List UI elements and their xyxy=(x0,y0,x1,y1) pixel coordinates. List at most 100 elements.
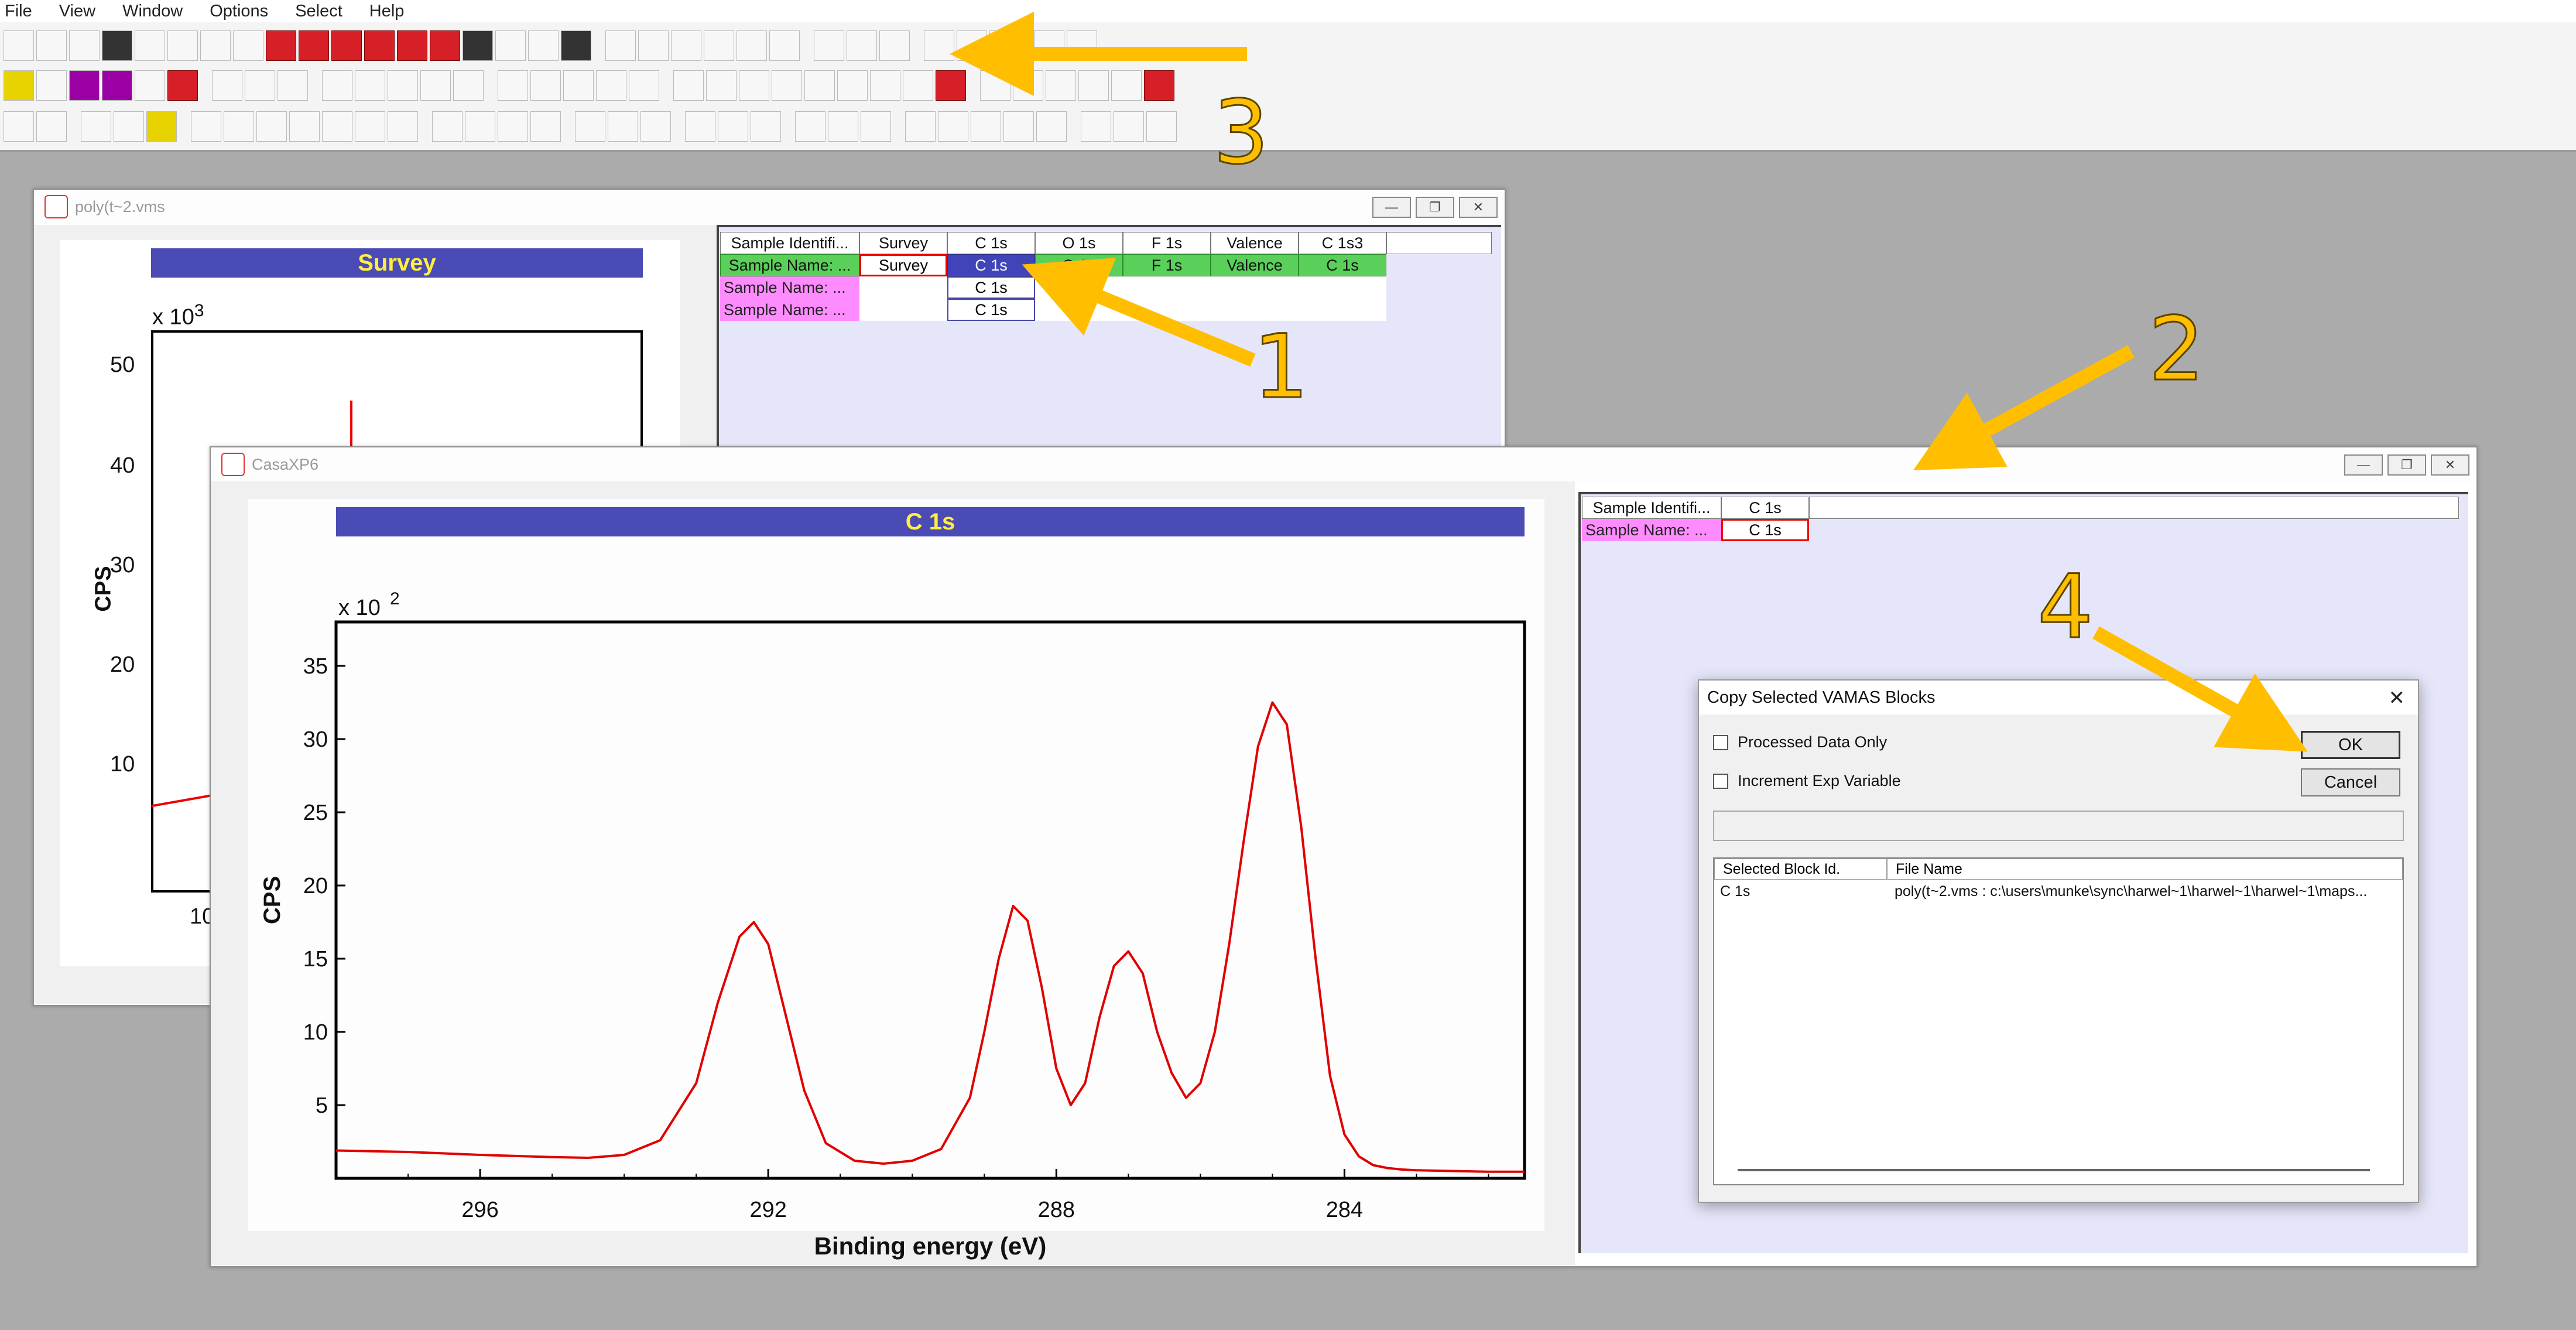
grid-cell-c1s[interactable]: C 1s xyxy=(1721,519,1809,541)
list-header-block-id[interactable]: Selected Block Id. xyxy=(1714,859,1887,880)
toolbar-button-icon[interactable] xyxy=(905,111,936,142)
toolbar-button-icon[interactable] xyxy=(704,30,734,61)
grid-header-o1s[interactable]: O 1s xyxy=(1035,232,1123,254)
toolbar-button-icon[interactable] xyxy=(1046,70,1076,101)
toolbar-button-icon[interactable] xyxy=(36,30,67,61)
toolbar-button-icon[interactable] xyxy=(498,111,528,142)
grid-cell-sample-name[interactable]: Sample Name: ... xyxy=(720,299,859,321)
toolbar-button-icon[interactable] xyxy=(388,70,418,101)
grid-cell-valence[interactable]: Valence xyxy=(1211,254,1299,276)
window-titlebar[interactable]: CasaXP6 — ❐ ✕ xyxy=(211,447,2476,481)
grid-cell-c1s[interactable]: C 1s xyxy=(947,299,1035,321)
toolbar-button-icon[interactable] xyxy=(278,70,308,101)
toolbar-button-icon[interactable] xyxy=(420,70,451,101)
grid-cell-c1s3[interactable]: C 1s xyxy=(1299,254,1386,276)
toolbar-button-icon[interactable] xyxy=(36,111,67,142)
selected-blocks-list[interactable]: Selected Block Id. File Name C 1s poly(t… xyxy=(1713,857,2404,1185)
grid-header-c1s[interactable]: C 1s xyxy=(1721,497,1809,519)
toolbar-button-icon[interactable] xyxy=(737,30,767,61)
grid-header-sample[interactable]: Sample Identifi... xyxy=(1582,497,1721,519)
toolbar-button-icon[interactable] xyxy=(81,111,111,142)
toolbar-button-icon[interactable] xyxy=(528,30,559,61)
toolbar-button-icon[interactable] xyxy=(256,111,287,142)
toolbar-button-icon[interactable] xyxy=(289,111,320,142)
grid-header-c1s3[interactable]: C 1s3 xyxy=(1299,232,1386,254)
toolbar-button-icon[interactable] xyxy=(495,30,526,61)
toolbar-button-icon[interactable] xyxy=(685,111,715,142)
close-button[interactable]: ✕ xyxy=(2431,454,2469,476)
toolbar-button-icon[interactable] xyxy=(1144,70,1174,101)
toolbar-button-icon[interactable] xyxy=(69,30,100,61)
toolbar-button-icon[interactable] xyxy=(167,70,198,101)
toolbar-button-icon[interactable] xyxy=(936,70,966,101)
toolbar-button-icon[interactable] xyxy=(879,30,910,61)
toolbar-button-icon[interactable] xyxy=(430,30,460,61)
grid-cell-empty[interactable] xyxy=(859,276,947,299)
toolbar-button-icon[interactable] xyxy=(1013,70,1043,101)
toolbar-button-icon[interactable] xyxy=(322,111,352,142)
toolbar-button-icon[interactable] xyxy=(671,30,701,61)
grid-cell-sample-name[interactable]: Sample Name: ... xyxy=(1582,519,1721,541)
toolbar-button-icon[interactable] xyxy=(69,70,100,101)
toolbar-button-icon[interactable] xyxy=(355,111,385,142)
list-cell-file-name[interactable]: poly(t~2.vms : c:\users\munke\sync\harwe… xyxy=(1895,883,2367,900)
toolbar-button-icon[interactable] xyxy=(561,30,591,61)
toolbar-button-icon[interactable] xyxy=(200,30,231,61)
horizontal-scrollbar[interactable] xyxy=(1738,1169,2370,1171)
cancel-button[interactable]: Cancel xyxy=(2301,768,2400,796)
toolbar-button-icon[interactable] xyxy=(640,111,671,142)
toolbar-button-icon[interactable] xyxy=(751,111,781,142)
toolbar-button-icon[interactable] xyxy=(814,30,844,61)
toolbar-button-icon[interactable] xyxy=(1146,111,1177,142)
checkbox-box[interactable] xyxy=(1713,734,1728,750)
toolbar-button-icon[interactable] xyxy=(114,111,144,142)
grid-cell-sample-name[interactable]: Sample Name: ... xyxy=(720,276,859,299)
toolbar-button-icon[interactable] xyxy=(191,111,221,142)
toolbar-button-icon[interactable] xyxy=(245,70,275,101)
restore-button[interactable]: ❐ xyxy=(2387,454,2426,476)
toolbar-button-icon[interactable] xyxy=(299,30,329,61)
toolbar-button-icon[interactable] xyxy=(388,111,418,142)
toolbar-button-icon[interactable] xyxy=(463,30,493,61)
toolbar-button-icon[interactable] xyxy=(1114,111,1144,142)
toolbar-button-icon[interactable] xyxy=(629,70,659,101)
toolbar-button-icon[interactable] xyxy=(563,70,594,101)
toolbar-button-icon[interactable] xyxy=(453,70,484,101)
toolbar-button-icon[interactable] xyxy=(146,111,177,142)
dialog-close-icon[interactable]: ✕ xyxy=(2389,686,2406,710)
toolbar-button-icon[interactable] xyxy=(355,70,385,101)
toolbar-button-icon[interactable] xyxy=(1067,30,1097,61)
toolbar-button-icon[interactable] xyxy=(1034,30,1064,61)
checkbox-processed-data[interactable]: Processed Data Only xyxy=(1713,733,1887,751)
toolbar-button-icon[interactable] xyxy=(233,30,263,61)
list-header-file-name[interactable]: File Name xyxy=(1887,859,2403,880)
list-cell-block-id[interactable]: C 1s xyxy=(1720,883,1750,900)
grid-header-sample[interactable]: Sample Identifi... xyxy=(720,232,859,254)
toolbar-button-icon[interactable] xyxy=(36,70,67,101)
grid-cell-sample-name[interactable]: Sample Name: ... xyxy=(720,254,859,276)
dialog-titlebar[interactable]: Copy Selected VAMAS Blocks ✕ xyxy=(1699,681,2418,714)
toolbar-button-icon[interactable] xyxy=(331,30,362,61)
toolbar-button-icon[interactable] xyxy=(938,111,968,142)
grid-cell-survey[interactable]: Survey xyxy=(859,254,947,276)
restore-button[interactable]: ❐ xyxy=(1416,197,1454,218)
ok-button[interactable]: OK xyxy=(2301,731,2400,759)
toolbar-button-icon[interactable] xyxy=(397,30,427,61)
toolbar-button-icon[interactable] xyxy=(795,111,825,142)
menu-help[interactable]: Help xyxy=(369,2,405,21)
toolbar-button-icon[interactable] xyxy=(847,30,877,61)
toolbar-button-icon[interactable] xyxy=(135,30,165,61)
grid-header-survey[interactable]: Survey xyxy=(859,232,947,254)
toolbar-button-icon[interactable] xyxy=(4,111,34,142)
toolbar-button-icon[interactable] xyxy=(575,111,605,142)
menu-select[interactable]: Select xyxy=(295,2,342,21)
checkbox-increment-exp[interactable]: Increment Exp Variable xyxy=(1713,772,1901,790)
toolbar-button-icon[interactable] xyxy=(971,111,1001,142)
toolbar-button-icon[interactable] xyxy=(224,111,254,142)
toolbar-button-icon[interactable] xyxy=(530,70,561,101)
toolbar-button-icon[interactable] xyxy=(1078,70,1109,101)
toolbar-button-icon[interactable] xyxy=(706,70,737,101)
toolbar-button-icon[interactable] xyxy=(596,70,626,101)
toolbar-button-icon[interactable] xyxy=(498,70,528,101)
grid-cell-c1s-selected[interactable]: C 1s xyxy=(947,254,1035,276)
